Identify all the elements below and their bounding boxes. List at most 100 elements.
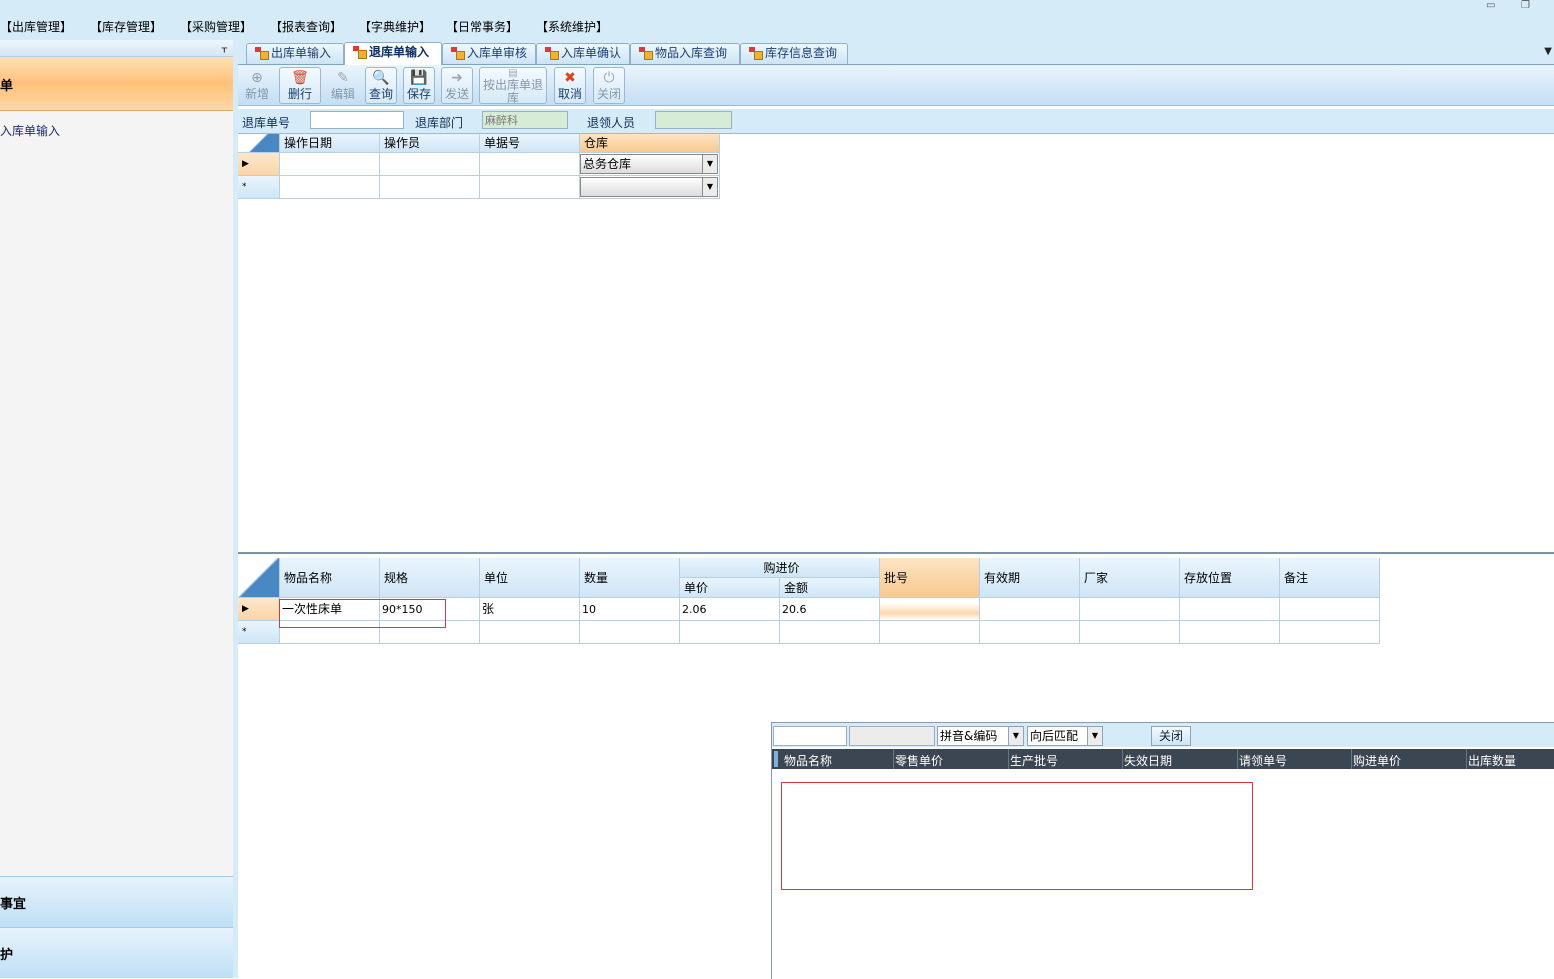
menu-purchase[interactable]: 【采购管理】 (180, 18, 252, 35)
column-header[interactable]: 存放位置 (1180, 558, 1280, 598)
column-divider[interactable] (1466, 749, 1467, 769)
table-cell[interactable] (480, 153, 580, 176)
column-header[interactable]: 有效期 (980, 558, 1080, 598)
column-group-header[interactable]: 购进价 (680, 558, 880, 578)
column-divider[interactable] (1237, 749, 1238, 769)
send-button[interactable]: ➜ 发送 (441, 67, 473, 104)
query-button[interactable]: 🔍 查询 (365, 67, 397, 104)
tab-list-dropdown-icon[interactable]: ▼ (1544, 46, 1552, 57)
delete-row-button[interactable]: 🗑 删行 (279, 67, 321, 104)
return-person-input[interactable] (655, 111, 732, 129)
warehouse-select-new[interactable]: ▼ (580, 177, 718, 197)
table-cell[interactable]: 张 (480, 598, 580, 621)
row-new-indicator[interactable]: * (238, 621, 280, 644)
menu-system[interactable]: 【系统维护】 (536, 18, 608, 35)
column-header[interactable]: 物品名称 (784, 752, 832, 769)
table-cell[interactable] (380, 153, 480, 176)
column-divider[interactable] (893, 749, 894, 769)
tab-return-input[interactable]: 退库单输入 (344, 42, 442, 65)
table-cell[interactable] (680, 621, 780, 644)
menu-reports[interactable]: 【报表查询】 (270, 18, 342, 35)
grid-corner[interactable] (238, 558, 280, 598)
table-cell[interactable] (280, 176, 380, 199)
pin-icon[interactable]: ᚁ (222, 41, 227, 54)
column-header[interactable]: 仓库 (580, 134, 720, 153)
row-new-indicator[interactable]: * (238, 176, 280, 199)
table-cell[interactable] (280, 153, 380, 176)
column-header[interactable]: 物品名称 (280, 558, 380, 598)
tab-inbound-review[interactable]: 入库单审核 (442, 43, 536, 64)
table-cell[interactable] (380, 176, 480, 199)
menu-inventory[interactable]: 【库存管理】 (90, 18, 162, 35)
column-header[interactable]: 失效日期 (1124, 752, 1172, 769)
column-header[interactable]: 操作员 (380, 134, 480, 153)
table-cell[interactable]: 2.06 (680, 598, 780, 621)
return-dept-input[interactable]: 麻醉科 (482, 111, 568, 129)
minimize-icon[interactable]: ▭ (1486, 0, 1495, 11)
table-cell[interactable] (780, 621, 880, 644)
close-button[interactable]: ⏻ 关闭 (593, 67, 625, 104)
column-header[interactable]: 规格 (380, 558, 480, 598)
tab-outbound-input[interactable]: 出库单输入 (246, 43, 344, 64)
column-header[interactable]: 生产批号 (1010, 752, 1058, 769)
column-header[interactable]: 单据号 (480, 134, 580, 153)
nav-section-active[interactable]: 单 (0, 57, 233, 111)
tab-item-inbound-query[interactable]: 物品入库查询 (630, 43, 740, 64)
table-cell[interactable]: 10 (580, 598, 680, 621)
button-label: 新增 (244, 87, 269, 101)
column-header[interactable]: 单价 (680, 578, 780, 598)
column-header[interactable]: 批号 (880, 558, 980, 598)
nav-section-affairs[interactable]: 事宜 (0, 876, 233, 927)
return-by-outbound-button[interactable]: ▤ 按出库单退库 (479, 67, 547, 104)
cancel-button[interactable]: ✖ 取消 (554, 67, 586, 104)
column-header[interactable]: 出库数量 (1468, 752, 1516, 769)
row-current-indicator[interactable]: ▶ (238, 153, 280, 176)
table-cell-batch-editing[interactable] (880, 598, 980, 621)
search-mode-select[interactable]: 拼音&编码 ▼ (937, 726, 1024, 746)
column-header[interactable]: 厂家 (1080, 558, 1180, 598)
column-header[interactable]: 购进单价 (1353, 752, 1401, 769)
table-cell[interactable] (1180, 598, 1280, 621)
table-cell[interactable] (980, 621, 1080, 644)
lookup-search-input[interactable] (773, 726, 847, 746)
edit-button[interactable]: ✎ 编辑 (327, 67, 359, 104)
table-cell[interactable]: 20.6 (780, 598, 880, 621)
restore-icon[interactable]: ❐ (1521, 0, 1530, 11)
table-cell[interactable] (1080, 598, 1180, 621)
tab-inbound-confirm[interactable]: 入库单确认 (536, 43, 630, 64)
tab-stock-query[interactable]: 库存信息查询 (740, 43, 848, 64)
match-mode-select[interactable]: 向后匹配 ▼ (1027, 726, 1103, 746)
column-divider[interactable] (1351, 749, 1352, 769)
column-header[interactable]: 操作日期 (280, 134, 380, 153)
column-header[interactable]: 数量 (580, 558, 680, 598)
column-header[interactable]: 请领单号 (1239, 752, 1287, 769)
table-cell[interactable] (580, 621, 680, 644)
table-cell[interactable] (880, 621, 980, 644)
lookup-close-button[interactable]: 关闭 (1151, 726, 1191, 746)
add-button[interactable]: ⊕ 新增 (242, 67, 272, 104)
table-cell[interactable] (1180, 621, 1280, 644)
table-cell[interactable] (1080, 621, 1180, 644)
menu-outbound[interactable]: 【出库管理】 (0, 18, 72, 35)
nav-item-inbound-input[interactable]: 入库单输入 (0, 122, 60, 139)
table-cell[interactable] (980, 598, 1080, 621)
column-header[interactable]: 单位 (480, 558, 580, 598)
grid-corner[interactable] (238, 134, 280, 153)
lookup-secondary-input[interactable] (849, 726, 935, 746)
menu-daily[interactable]: 【日常事务】 (446, 18, 518, 35)
column-header[interactable]: 零售单价 (895, 752, 943, 769)
menu-dictionary[interactable]: 【字典维护】 (359, 18, 431, 35)
table-cell[interactable] (480, 176, 580, 199)
table-cell[interactable] (1280, 621, 1380, 644)
return-no-input[interactable] (310, 111, 404, 129)
table-cell[interactable] (480, 621, 580, 644)
column-divider[interactable] (1008, 749, 1009, 769)
column-header[interactable]: 金额 (780, 578, 880, 598)
nav-section-maintenance[interactable]: 护 (0, 927, 233, 978)
row-current-indicator[interactable]: ▶ (238, 598, 280, 621)
warehouse-select[interactable]: 总务仓库 ▼ (580, 154, 718, 174)
table-cell[interactable] (1280, 598, 1380, 621)
column-header[interactable]: 备注 (1280, 558, 1380, 598)
save-button[interactable]: 💾 保存 (403, 67, 435, 104)
column-divider[interactable] (1122, 749, 1123, 769)
